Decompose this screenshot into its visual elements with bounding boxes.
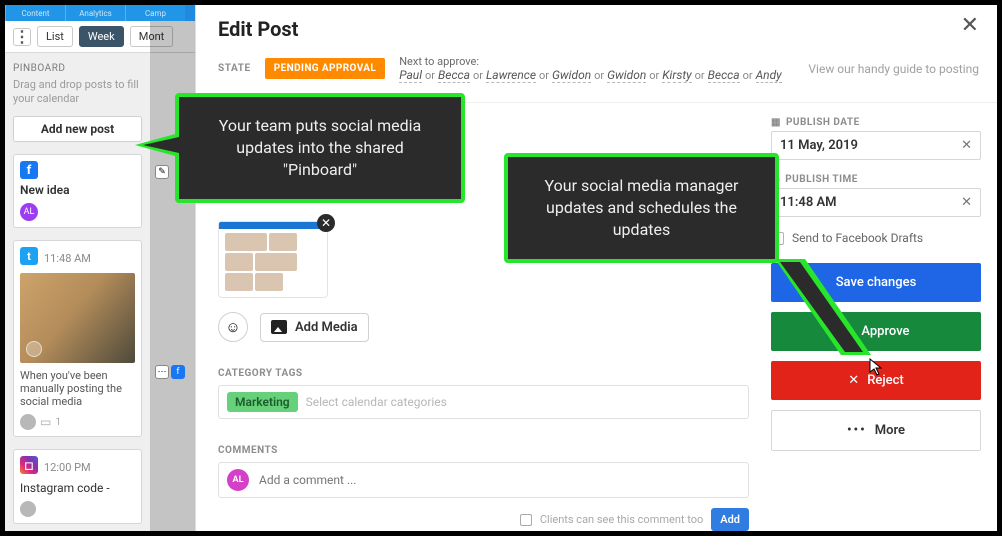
top-nav-bar: Content Analytics Camp bbox=[5, 5, 195, 21]
more-button[interactable]: ••• More bbox=[771, 410, 981, 451]
image-icon bbox=[271, 320, 287, 334]
avatar bbox=[20, 414, 36, 430]
avatar bbox=[20, 501, 36, 517]
pinboard-card-idea[interactable]: f New idea AL bbox=[13, 154, 142, 228]
pending-approval-badge: PENDING APPROVAL bbox=[265, 58, 385, 79]
pinboard-card-instagram[interactable]: ◻ 12:00 PM Instagram code - bbox=[13, 449, 142, 524]
sidebar-hint: Drag and drop posts to fill your calenda… bbox=[13, 78, 142, 106]
publish-time-field[interactable]: 11:48 AM ✕ bbox=[771, 188, 981, 217]
approver-link[interactable]: Andy bbox=[756, 68, 782, 83]
pencil-icon[interactable]: ✎ bbox=[155, 165, 169, 179]
nav-tab-content[interactable]: Content bbox=[5, 5, 65, 21]
pinboard-card-twitter[interactable]: t 11:48 AM When you've been manually pos… bbox=[13, 240, 142, 437]
remove-attachment-icon[interactable]: ✕ bbox=[317, 214, 335, 232]
approver-link[interactable]: Becca bbox=[438, 68, 470, 83]
twitter-icon: t bbox=[20, 247, 38, 265]
publish-time-label: PUBLISH TIME bbox=[785, 174, 858, 185]
approver-link[interactable]: Gwidon bbox=[552, 68, 591, 83]
edit-post-modal: Edit Post ✕ STATE PENDING APPROVAL Next … bbox=[195, 5, 999, 533]
clear-time-icon[interactable]: ✕ bbox=[961, 195, 972, 210]
state-label: STATE bbox=[218, 63, 251, 74]
drag-chip[interactable]: ⋯ bbox=[155, 365, 169, 379]
modal-title: Edit Post bbox=[218, 17, 298, 41]
category-label: CATEGORY TAGS bbox=[218, 368, 749, 379]
sidebar-heading: PINBOARD bbox=[13, 63, 142, 74]
annotation-manager: Your social media manager updates and sc… bbox=[504, 153, 779, 263]
tag-marketing[interactable]: Marketing bbox=[227, 392, 298, 412]
view-list-button[interactable]: List bbox=[37, 26, 73, 47]
posting-guide-link[interactable]: View our handy guide to posting bbox=[808, 62, 979, 76]
add-media-button[interactable]: Add Media bbox=[260, 313, 369, 342]
approver-link[interactable]: Kirsty bbox=[662, 68, 691, 83]
clients-visible-label: Clients can see this comment too bbox=[540, 513, 703, 526]
approver-link[interactable]: Paul bbox=[399, 68, 422, 83]
publish-date-label: PUBLISH DATE bbox=[786, 117, 860, 128]
emoji-picker-button[interactable]: ☺ bbox=[218, 312, 248, 342]
annotation-arrow bbox=[775, 259, 875, 369]
approver-link[interactable]: Gwidon bbox=[607, 68, 646, 83]
clients-visible-checkbox[interactable] bbox=[520, 514, 532, 526]
close-icon[interactable]: ✕ bbox=[961, 17, 979, 35]
card-title: New idea bbox=[20, 183, 135, 197]
cursor-icon bbox=[869, 358, 883, 379]
category-tags-input[interactable]: Marketing Select calendar categories bbox=[218, 385, 749, 419]
approver-link[interactable]: Becca bbox=[708, 68, 740, 83]
comment-input[interactable] bbox=[259, 473, 740, 487]
view-week-button[interactable]: Week bbox=[79, 26, 124, 47]
card-desc: When you've been manually posting the so… bbox=[20, 369, 135, 408]
add-comment-button[interactable]: Add bbox=[711, 508, 749, 531]
category-placeholder: Select calendar categories bbox=[306, 395, 447, 409]
approver-link[interactable]: Lawrence bbox=[486, 68, 536, 83]
card-time: 11:48 AM bbox=[44, 252, 91, 265]
card-time: 12:00 PM bbox=[44, 461, 91, 474]
card-title: Instagram code - bbox=[20, 481, 135, 495]
publish-date-field[interactable]: 11 May, 2019 ✕ bbox=[771, 131, 981, 160]
more-icon: ••• bbox=[847, 423, 867, 438]
avatar: AL bbox=[227, 469, 249, 491]
more-icon[interactable]: ⋮ bbox=[13, 28, 31, 46]
facebook-icon: f bbox=[20, 161, 38, 179]
comments-label: COMMENTS bbox=[218, 445, 749, 456]
instagram-icon: ◻ bbox=[20, 456, 38, 474]
attached-media-card[interactable]: ✕ bbox=[218, 221, 328, 298]
pinboard-sidebar: PINBOARD Drag and drop posts to fill you… bbox=[5, 53, 150, 533]
nav-tab-campaigns[interactable]: Camp bbox=[125, 5, 185, 21]
nav-tab-analytics[interactable]: Analytics bbox=[65, 5, 125, 21]
avatar: AL bbox=[20, 203, 38, 221]
annotation-pinboard: Your team puts social media updates into… bbox=[175, 93, 465, 203]
clear-date-icon[interactable]: ✕ bbox=[961, 138, 972, 153]
close-icon: ✕ bbox=[848, 373, 859, 388]
media-thumb bbox=[20, 273, 135, 363]
attachment-icon: ▭ bbox=[40, 415, 51, 429]
facebook-chip[interactable]: f bbox=[171, 365, 185, 379]
calendar-icon: ▦ bbox=[771, 117, 781, 128]
send-drafts-label: Send to Facebook Drafts bbox=[792, 231, 923, 245]
approvers-list: Next to approve: Paul or Becca or Lawren… bbox=[399, 55, 781, 82]
add-new-post-button[interactable]: Add new post bbox=[13, 116, 142, 142]
